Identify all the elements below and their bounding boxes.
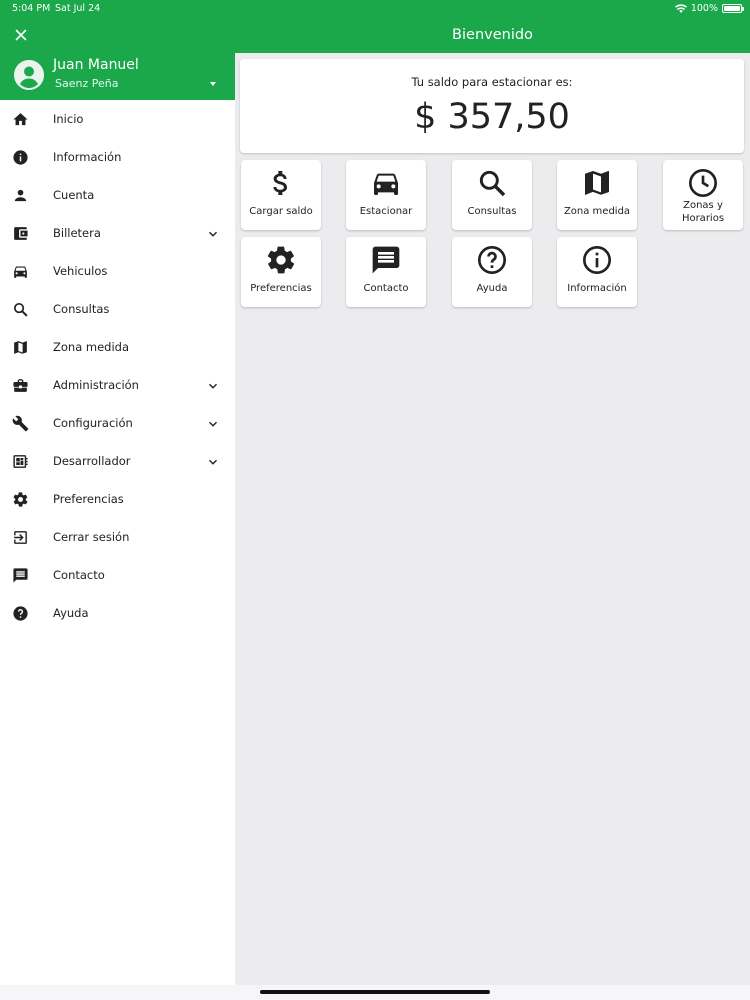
menu-item-zona-medida[interactable]: Zona medida [0, 328, 235, 366]
tile-label-line2: Horarios [681, 212, 725, 224]
menu-item-preferencias[interactable]: Preferencias [0, 480, 235, 518]
message-icon [13, 568, 28, 583]
menu-item-label: Información [53, 150, 122, 164]
map-icon [14, 341, 27, 354]
wallet-icon [14, 227, 28, 240]
search-icon [13, 302, 28, 317]
car-icon [14, 266, 27, 278]
search-icon [479, 170, 506, 197]
menu-item-contacto[interactable]: Contacto [0, 556, 235, 594]
menu-item-label: Administración [53, 378, 139, 392]
tile-label: Ayuda [476, 283, 508, 294]
navigation-drawer: Juan Manuel Saenz Peña Inicio Informació… [0, 53, 235, 1000]
tile-label: Contacto [363, 283, 409, 294]
tile-cargar-saldo[interactable]: Cargar saldo [241, 160, 321, 230]
tile-label: Zonas y Horarios [663, 200, 743, 225]
tile-label: Información [567, 283, 627, 294]
user-name: Juan Manuel [53, 57, 139, 73]
app-bar: 5:04 PM Sat Jul 24 100% Bienvenido [0, 0, 750, 53]
map-icon [585, 171, 609, 195]
logout-icon [14, 531, 27, 544]
close-drawer-button[interactable] [12, 26, 30, 44]
message-icon [372, 246, 400, 274]
tile-informacion[interactable]: Información [557, 237, 637, 307]
menu-item-informacion[interactable]: Información [0, 138, 235, 176]
menu-item-label: Billetera [53, 226, 101, 240]
tile-zona-medida[interactable]: Zona medida [557, 160, 637, 230]
menu-item-billetera[interactable]: Billetera [0, 214, 235, 252]
info-icon [583, 246, 611, 274]
menu-item-desarrollador[interactable]: Desarrollador [0, 442, 235, 480]
tile-consultas[interactable]: Consultas [452, 160, 532, 230]
account-circle-icon [14, 60, 44, 90]
menu-item-label: Cerrar sesión [53, 530, 130, 544]
tile-contacto[interactable]: Contacto [346, 237, 426, 307]
tile-label-line1: Zonas y [683, 200, 723, 211]
info-icon [13, 150, 28, 165]
person-icon [14, 189, 27, 202]
avatar [14, 60, 44, 90]
tile-estacionar[interactable]: Estacionar [346, 160, 426, 230]
wifi-icon [674, 4, 687, 13]
car-icon [374, 173, 398, 195]
close-icon [15, 29, 27, 41]
menu-item-label: Ayuda [53, 606, 89, 620]
menu-item-label: Consultas [53, 302, 110, 316]
main-content: Tu saldo para estacionar es: $ 357,50 Ca… [235, 53, 750, 985]
tile-label: Cargar saldo [249, 206, 313, 217]
help-icon [13, 606, 28, 621]
chevron-down-icon [209, 421, 217, 427]
status-time: 5:04 PM [12, 3, 51, 14]
menu-item-label: Configuración [53, 416, 133, 430]
home-icon [13, 113, 28, 126]
tile-label: Consultas [467, 206, 517, 217]
tile-zonas-horarios[interactable]: Zonas y Horarios [663, 160, 743, 230]
battery-icon [722, 4, 744, 13]
dollar-icon [273, 171, 287, 195]
balance-value: $ 357,50 [414, 97, 570, 137]
developer-board-icon [13, 455, 28, 468]
menu-item-cerrar-sesion[interactable]: Cerrar sesión [0, 518, 235, 556]
menu-item-label: Cuenta [53, 188, 95, 202]
tile-preferencias[interactable]: Preferencias [241, 237, 321, 307]
dropdown-caret-icon [210, 82, 216, 86]
menu-item-ayuda[interactable]: Ayuda [0, 594, 235, 632]
chevron-down-icon [209, 459, 217, 465]
menu-item-label: Preferencias [53, 492, 124, 506]
status-right: 100% [674, 3, 744, 14]
status-date: Sat Jul 24 [55, 3, 101, 14]
clock-icon [689, 169, 717, 197]
drawer-menu: Inicio Información Cuenta Billetera Vehi… [0, 100, 235, 632]
help-icon [478, 246, 506, 274]
chevron-down-icon [209, 383, 217, 389]
menu-item-inicio[interactable]: Inicio [0, 100, 235, 138]
tile-label: Preferencias [250, 283, 312, 294]
menu-item-label: Desarrollador [53, 454, 131, 468]
menu-item-consultas[interactable]: Consultas [0, 290, 235, 328]
menu-item-administracion[interactable]: Administración [0, 366, 235, 404]
battery-percent: 100% [690, 3, 718, 14]
home-indicator[interactable] [260, 990, 490, 994]
menu-item-label: Vehiculos [53, 264, 108, 278]
menu-item-label: Inicio [53, 112, 84, 126]
page-title: Bienvenido [452, 27, 533, 43]
status-bar: 5:04 PM Sat Jul 24 100% [0, 0, 750, 18]
balance-card: Tu saldo para estacionar es: $ 357,50 [240, 59, 744, 153]
user-subtitle: Saenz Peña [55, 77, 119, 90]
tile-ayuda[interactable]: Ayuda [452, 237, 532, 307]
menu-item-label: Zona medida [53, 340, 130, 354]
gear-icon [267, 246, 295, 274]
menu-item-cuenta[interactable]: Cuenta [0, 176, 235, 214]
menu-item-label: Contacto [53, 568, 105, 582]
tile-label: Zona medida [563, 206, 631, 217]
wrench-icon [12, 415, 29, 432]
gear-icon [13, 492, 28, 507]
menu-item-vehiculos[interactable]: Vehiculos [0, 252, 235, 290]
tile-label: Estacionar [359, 206, 413, 217]
menu-item-configuracion[interactable]: Configuración [0, 404, 235, 442]
chevron-down-icon [209, 231, 217, 237]
briefcase-icon [13, 379, 28, 392]
account-switcher[interactable]: Juan Manuel Saenz Peña [0, 53, 235, 100]
balance-label: Tu saldo para estacionar es: [411, 75, 573, 89]
